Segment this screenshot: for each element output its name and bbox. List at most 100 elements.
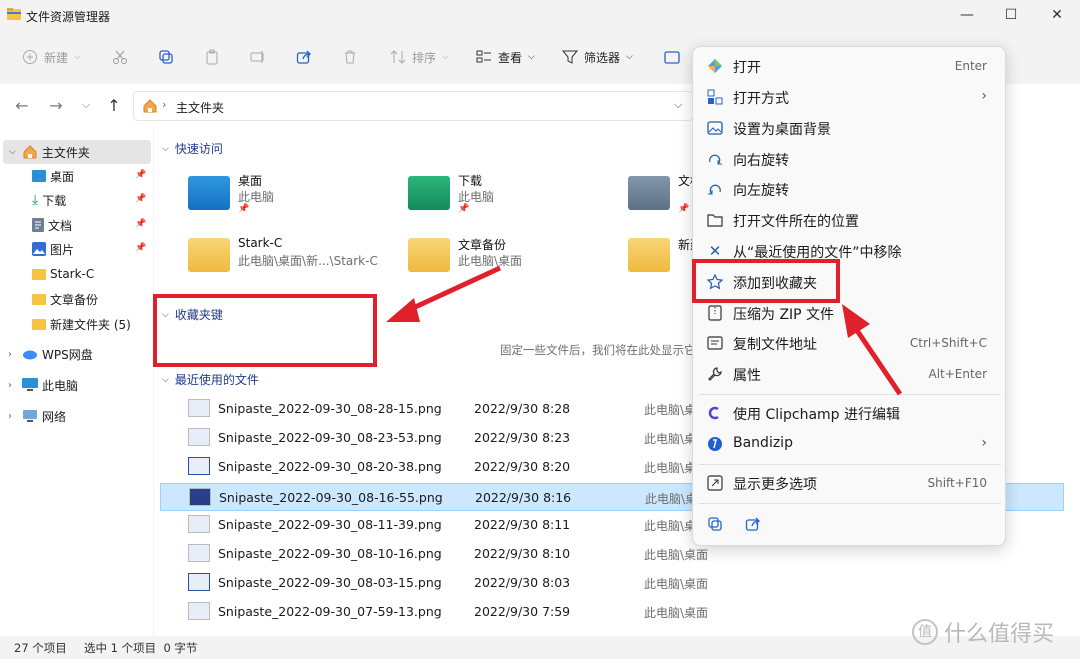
- menu-item-clipchamp[interactable]: 使用 Clipchamp 进行编辑: [699, 398, 1001, 428]
- sidebar-item-label: 文档: [48, 218, 73, 233]
- sidebar-item-wps[interactable]: › WPS网盘: [0, 342, 152, 366]
- menu-item-open[interactable]: 打开 Enter: [699, 51, 1001, 81]
- file-date: 2022/9/30 8:11: [474, 517, 571, 532]
- pin-icon: 📌: [135, 243, 147, 253]
- sidebar-item-new-folder[interactable]: 新建文件夹 (5): [0, 312, 152, 336]
- share-icon[interactable]: [745, 516, 761, 532]
- menu-item-label: 使用 Clipchamp 进行编辑: [733, 407, 901, 423]
- item-location: 此电脑: [458, 190, 495, 204]
- shortcut-label: Ctrl+Shift+C: [909, 336, 987, 350]
- expand-chevron-icon[interactable]: ›: [8, 411, 12, 422]
- new-button[interactable]: 新建 ⌵: [22, 44, 81, 70]
- quick-access-header[interactable]: ⌵ 快速访问: [162, 140, 223, 157]
- shortcut-label: Enter: [954, 59, 987, 73]
- menu-item-open-with[interactable]: 打开方式 ›: [699, 82, 1001, 112]
- cut-button[interactable]: [112, 44, 128, 70]
- computer-icon: [22, 378, 38, 392]
- title-bar: 文件资源管理器 — ☐ ✕: [0, 0, 1080, 30]
- file-name: Snipaste_2022-09-30_08-23-53.png: [218, 430, 442, 445]
- photo-edit-icon: [664, 49, 680, 65]
- image-thumbnail-icon: [189, 488, 211, 506]
- sidebar-item-desktop[interactable]: 桌面 📌: [0, 164, 152, 188]
- folder-icon: [7, 8, 21, 20]
- section-title: 快速访问: [174, 142, 223, 156]
- quick-access-item[interactable]: 下载 此电脑 📌: [408, 170, 608, 218]
- copy-button[interactable]: [158, 44, 174, 70]
- folder-icon: [707, 212, 723, 228]
- file-date: 2022/9/30 7:59: [474, 604, 571, 619]
- file-location: 此电脑\桌: [644, 461, 697, 475]
- sidebar-item-stark-c[interactable]: Stark-C: [0, 262, 152, 286]
- more-tool-button[interactable]: [664, 44, 680, 70]
- paste-button[interactable]: [204, 44, 220, 70]
- collapse-chevron-icon[interactable]: ⌵: [162, 375, 169, 385]
- up-arrow-icon[interactable]: ↑: [104, 96, 124, 115]
- address-dropdown-icon[interactable]: ⌵: [674, 98, 682, 112]
- maximize-button[interactable]: ☐: [988, 0, 1034, 30]
- menu-item-rotate-left[interactable]: 向左旋转: [699, 174, 1001, 204]
- menu-item-label: 打开文件所在的位置: [733, 214, 859, 230]
- menu-item-open-location[interactable]: 打开文件所在的位置: [699, 205, 1001, 235]
- quick-access-item[interactable]: Stark-C 此电脑\桌面\新...\Stark-C: [188, 234, 398, 282]
- sidebar-item-this-pc[interactable]: › 此电脑: [0, 373, 152, 397]
- image-thumbnail-icon: [188, 399, 210, 417]
- clipboard-icon: [204, 49, 220, 65]
- recent-locations-chevron-icon[interactable]: ⌵: [76, 96, 96, 114]
- folder-icon: [188, 238, 230, 272]
- item-count: 27 个项目: [14, 641, 67, 655]
- expand-chevron-icon[interactable]: ›: [8, 380, 12, 391]
- expand-chevron-icon[interactable]: ›: [8, 349, 12, 360]
- file-date: 2022/9/30 8:16: [475, 490, 572, 505]
- back-arrow-icon[interactable]: ←: [12, 96, 32, 115]
- table-row[interactable]: Snipaste_2022-09-30_08-03-15.png 2022/9/3…: [160, 569, 1064, 597]
- sort-label: 排序: [412, 50, 437, 65]
- more-options-icon: [707, 475, 723, 491]
- menu-item-bandizip[interactable]: Bandizip ›: [699, 429, 1001, 459]
- sidebar-item-downloads[interactable]: ⤓ 下载 📌: [0, 188, 152, 212]
- forward-arrow-icon[interactable]: →: [46, 96, 66, 115]
- collapse-chevron-icon[interactable]: ⌵: [162, 144, 169, 154]
- close-button[interactable]: ✕: [1034, 0, 1080, 30]
- filter-button[interactable]: 筛选器 ⌵: [562, 44, 633, 70]
- menu-item-label: 向左旋转: [733, 183, 789, 199]
- quick-access-item[interactable]: 桌面 此电脑 📌: [188, 170, 388, 218]
- sidebar-item-pictures[interactable]: 图片 📌: [0, 237, 152, 261]
- photos-icon: [707, 58, 723, 74]
- delete-button[interactable]: [342, 44, 358, 70]
- breadcrumb-chevron-icon: ›: [162, 98, 167, 111]
- picture-icon: [32, 242, 46, 256]
- wrench-icon: [707, 366, 723, 382]
- rename-button[interactable]: [250, 44, 266, 70]
- sidebar-item-label: 新建文件夹 (5): [50, 317, 131, 332]
- image-thumbnail-icon: [188, 428, 210, 446]
- share-button[interactable]: [296, 44, 312, 70]
- remove-icon: ✕: [708, 242, 722, 260]
- breadcrumb[interactable]: 主文件夹: [176, 99, 224, 116]
- sidebar-item-label: 桌面: [50, 169, 75, 184]
- menu-item-set-wallpaper[interactable]: 设置为桌面背景: [699, 113, 1001, 143]
- menu-item-more-options[interactable]: 显示更多选项 Shift+F10: [699, 468, 1001, 498]
- sidebar-item-home[interactable]: ⌵ 主文件夹: [3, 140, 151, 164]
- plus-circle-icon: [22, 49, 38, 65]
- file-location: 此电脑\桌面: [644, 577, 709, 591]
- sidebar-item-documents[interactable]: 文档 📌: [0, 213, 152, 237]
- copy-icon[interactable]: [707, 516, 723, 532]
- submenu-chevron-icon: ›: [981, 435, 987, 451]
- expand-chevron-icon[interactable]: ⌵: [9, 147, 16, 157]
- minimize-button[interactable]: —: [944, 0, 990, 30]
- folder-icon: [32, 293, 46, 305]
- menu-item-rotate-right[interactable]: 向右旋转: [699, 144, 1001, 174]
- recent-header[interactable]: ⌵ 最近使用的文件: [162, 371, 259, 388]
- view-button[interactable]: 查看 ⌵: [476, 44, 535, 70]
- sidebar-item-label: 下载: [42, 193, 67, 208]
- address-bar[interactable]: › 主文件夹 ⌵: [133, 91, 693, 121]
- sidebar-item-article-backup[interactable]: 文章备份: [0, 287, 152, 311]
- document-icon: [32, 218, 44, 232]
- bandizip-icon: [707, 436, 723, 452]
- sidebar-item-network[interactable]: › 网络: [0, 404, 152, 428]
- annotation-arrow: [842, 304, 903, 396]
- download-icon: ⤓: [32, 192, 39, 208]
- sort-button[interactable]: 排序 ⌵: [390, 44, 449, 70]
- pin-icon: 📌: [135, 194, 147, 204]
- item-location: 此电脑\桌面\新...\Stark-C: [238, 254, 378, 268]
